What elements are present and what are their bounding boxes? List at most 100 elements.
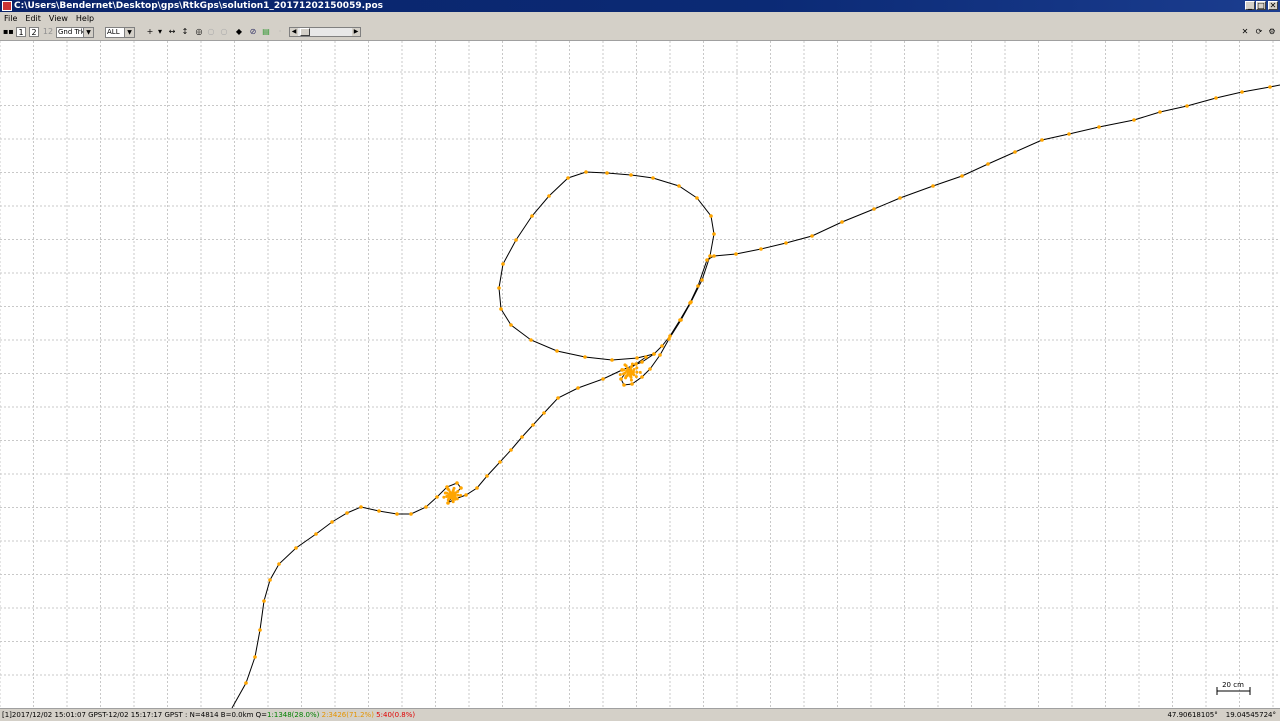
- solution-point: [1240, 90, 1244, 94]
- solution-point: [583, 355, 587, 359]
- solution-point: [708, 254, 712, 258]
- status-q5: 5:40(0.8%): [376, 711, 416, 719]
- time-slider[interactable]: ◀ ▶: [289, 27, 361, 37]
- solution-point: [840, 220, 844, 224]
- solution-point: [499, 307, 503, 311]
- minimize-button[interactable]: _: [1245, 1, 1255, 10]
- solution-point: [447, 488, 451, 492]
- solution-point: [644, 355, 648, 359]
- solution-point: [648, 367, 652, 371]
- solution-point: [986, 162, 990, 166]
- connect-icon[interactable]: ▪▪: [3, 27, 14, 37]
- status-bar: [1]2017/12/02 15:01:07 GPST-12/02 15:17:…: [0, 708, 1280, 721]
- solution-point: [635, 366, 639, 370]
- solution-point: [623, 371, 627, 375]
- solution-point: [531, 423, 535, 427]
- solution-point: [784, 241, 788, 245]
- fit-vertical-icon[interactable]: ↕: [181, 27, 189, 37]
- solution-point: [629, 374, 633, 378]
- solution-point: [542, 411, 546, 415]
- solution-point: [446, 494, 450, 498]
- solution-point: [447, 497, 451, 501]
- close-icon[interactable]: ✕: [1240, 27, 1250, 37]
- refresh-icon[interactable]: ⟳: [1254, 27, 1264, 37]
- chevron-down-icon: ▼: [124, 28, 134, 37]
- solution-point: [576, 386, 580, 390]
- solution-point: [409, 512, 413, 516]
- option-icon[interactable]: ○: [220, 27, 228, 37]
- solution-point: [629, 367, 633, 371]
- show-track-icon[interactable]: ◎: [194, 27, 204, 37]
- solution-point: [634, 362, 638, 366]
- solution-point: [451, 500, 455, 504]
- solution-point: [898, 196, 902, 200]
- solution-point: [872, 207, 876, 211]
- solution-point: [455, 497, 459, 501]
- menu-view[interactable]: View: [45, 12, 72, 25]
- solution-point: [1013, 150, 1017, 154]
- show-map-icon[interactable]: ⊘: [248, 27, 258, 37]
- solution-point: [498, 460, 502, 464]
- solution-point: [630, 365, 634, 369]
- solution-point: [244, 681, 248, 685]
- slider-thumb[interactable]: [300, 28, 310, 36]
- solution-point: [629, 378, 633, 382]
- solution-point: [345, 511, 349, 515]
- solution-point: [695, 196, 699, 200]
- solution-point: [445, 491, 449, 495]
- solution-point: [622, 383, 626, 387]
- solution-point: [464, 493, 468, 497]
- close-button[interactable]: ✕: [1268, 1, 1278, 10]
- option-icon[interactable]: ·: [276, 27, 284, 37]
- solution-point: [960, 174, 964, 178]
- plot-type-select[interactable]: Gnd Trk ▼: [56, 27, 94, 38]
- menu-file[interactable]: File: [0, 12, 21, 25]
- solution-point: [667, 337, 671, 341]
- menu-bar: File Edit View Help: [0, 12, 1280, 25]
- solution-point: [258, 628, 262, 632]
- solution-point: [700, 278, 704, 282]
- solution-point: [501, 262, 505, 266]
- menu-edit[interactable]: Edit: [21, 12, 45, 25]
- solution-point: [530, 214, 534, 218]
- menu-help[interactable]: Help: [72, 12, 98, 25]
- solution-point: [377, 509, 381, 513]
- fit-horizontal-icon[interactable]: ↔: [167, 27, 177, 37]
- quality-select[interactable]: ALL ▼: [105, 27, 135, 38]
- slider-left-arrow-icon[interactable]: ◀: [290, 28, 298, 36]
- gear-icon[interactable]: ⚙: [1267, 27, 1277, 37]
- status-position: 47.90618105° 19.04545724°: [1159, 709, 1276, 721]
- ground-track-plot[interactable]: 20 cm: [0, 41, 1280, 709]
- solution-12-button[interactable]: 12: [42, 27, 54, 37]
- solution-point: [618, 373, 622, 377]
- track-line: [498, 171, 715, 386]
- scale-bar: 20 cm: [1216, 681, 1251, 695]
- solution-point: [509, 323, 513, 327]
- solution-point: [1067, 132, 1071, 136]
- chevron-down-icon: ▼: [83, 28, 93, 37]
- center-origin-icon[interactable]: +: [146, 27, 154, 37]
- solution-point: [624, 364, 628, 368]
- solution-point: [456, 490, 460, 494]
- show-point-icon[interactable]: ◆: [234, 27, 244, 37]
- solution-point: [810, 234, 814, 238]
- dropdown-arrow-icon[interactable]: ▾: [156, 27, 164, 37]
- quality-value: ALL: [107, 28, 120, 36]
- solution-point: [619, 377, 623, 381]
- maximize-button[interactable]: □: [1256, 1, 1266, 10]
- show-image-icon[interactable]: ▤: [261, 27, 271, 37]
- solution-point: [456, 493, 460, 497]
- solution-2-button[interactable]: 2: [29, 27, 39, 37]
- solution-point: [1132, 118, 1136, 122]
- solution-point: [734, 252, 738, 256]
- plot-type-value: Gnd Trk: [58, 28, 85, 36]
- solution-point: [450, 496, 454, 500]
- option-icon[interactable]: ○: [207, 27, 215, 37]
- slider-right-arrow-icon[interactable]: ▶: [352, 28, 360, 36]
- grid: [0, 41, 1280, 708]
- solution-point: [629, 173, 633, 177]
- solution-1-button[interactable]: 1: [16, 27, 26, 37]
- solution-point: [630, 382, 634, 386]
- solution-point: [652, 352, 656, 356]
- track-line: [231, 84, 1280, 709]
